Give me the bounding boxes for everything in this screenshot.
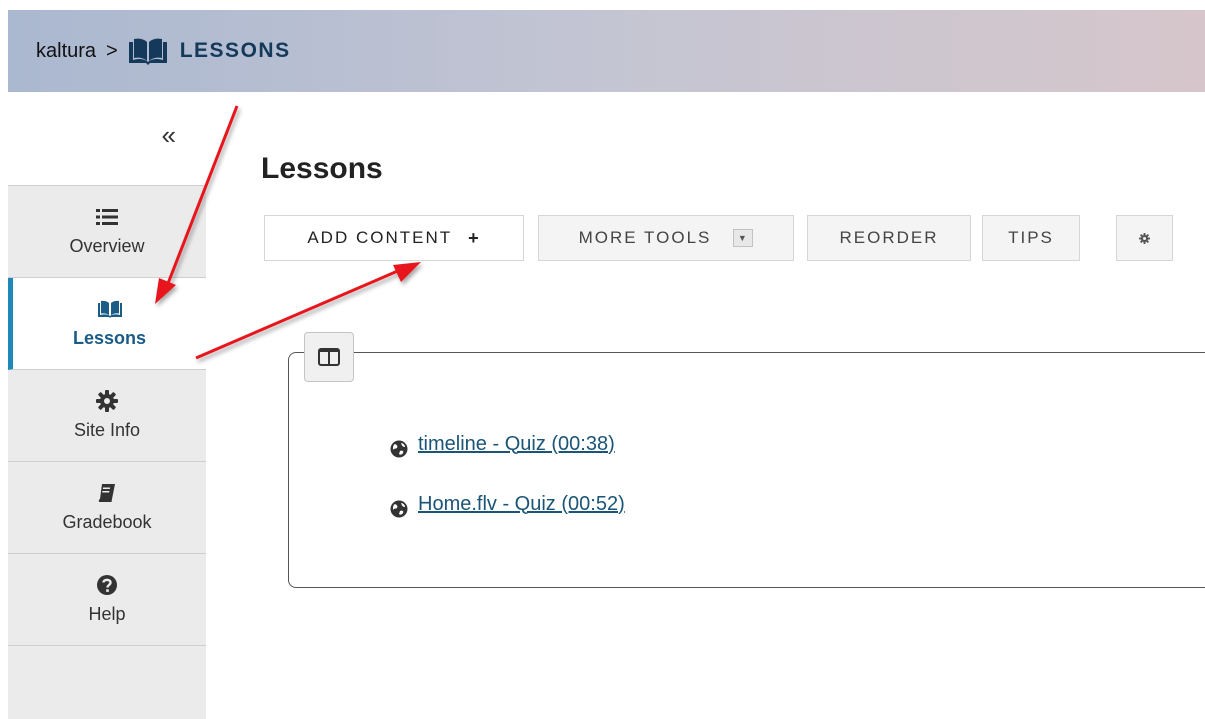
sidebar-item-site-info[interactable]: Site Info <box>8 370 206 462</box>
sidebar-item-label: Lessons <box>72 328 147 348</box>
question-circle-icon <box>97 574 117 596</box>
sidebar-item-overview[interactable]: Overview <box>8 186 206 278</box>
columns-icon <box>318 348 340 366</box>
sidebar-item-label: Gradebook <box>62 512 152 532</box>
breadcrumb-separator: > <box>106 39 118 62</box>
tips-button[interactable]: TIPS <box>982 215 1080 261</box>
breadcrumb-site[interactable]: kaltura <box>36 40 96 63</box>
add-content-label: ADD CONTENT <box>307 228 453 247</box>
gear-icon <box>96 390 118 412</box>
list-item: timeline - Quiz (00:38) <box>390 430 615 458</box>
sidebar-item-label: Overview <box>69 236 145 256</box>
globe-icon <box>390 440 408 458</box>
lesson-section <box>288 352 1205 588</box>
quiz-link[interactable]: timeline - Quiz (00:38) <box>418 433 615 456</box>
breadcrumb-tool-label: LESSONS <box>179 39 291 62</box>
reorder-label: REORDER <box>839 228 939 247</box>
tips-label: TIPS <box>1008 228 1054 247</box>
sidebar-item-gradebook[interactable]: Gradebook <box>8 462 206 554</box>
column-layout-button[interactable] <box>304 332 354 382</box>
sidebar-item-help[interactable]: Help <box>8 554 206 646</box>
book-open-icon <box>128 38 167 65</box>
sidebar-item-label: Site Info <box>73 420 141 440</box>
quiz-link[interactable]: Home.flv - Quiz (00:52) <box>418 493 625 516</box>
double-chevron-left-icon[interactable]: « <box>162 120 176 151</box>
settings-button[interactable] <box>1116 215 1173 261</box>
more-tools-label: MORE TOOLS <box>578 228 712 247</box>
book-icon <box>98 482 116 504</box>
tool-sidebar: « Overview Lessons Site Info Gradebook H… <box>8 92 206 719</box>
main-content: Lessons ADD CONTENT + MORE TOOLS ▼ REORD… <box>206 92 1205 719</box>
more-tools-dropdown[interactable]: MORE TOOLS ▼ <box>538 215 794 261</box>
sidebar-item-lessons[interactable]: Lessons <box>8 278 206 370</box>
sidebar-collapse-area: « <box>8 92 206 186</box>
header-bar: kaltura > LESSONS <box>8 10 1205 92</box>
sidebar-item-label: Help <box>88 604 126 624</box>
list-icon <box>96 206 118 228</box>
page-title: Lessons <box>261 152 383 185</box>
chevron-down-icon: ▼ <box>733 229 754 247</box>
add-content-button[interactable]: ADD CONTENT + <box>264 215 524 261</box>
list-item: Home.flv - Quiz (00:52) <box>390 490 625 518</box>
reorder-button[interactable]: REORDER <box>807 215 971 261</box>
plus-icon: + <box>468 227 481 248</box>
breadcrumb-tool[interactable]: LESSONS <box>126 36 291 66</box>
book-open-icon <box>97 298 123 320</box>
globe-icon <box>390 500 408 518</box>
gear-icon <box>1139 232 1150 244</box>
